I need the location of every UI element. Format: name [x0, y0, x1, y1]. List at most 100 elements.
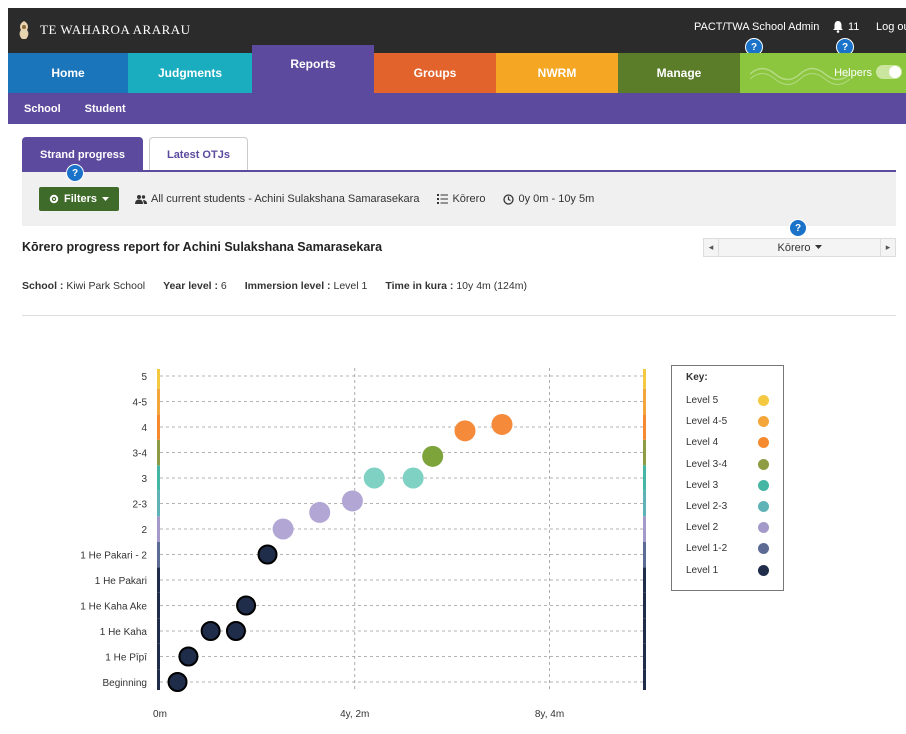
key-item: Level 3: [686, 475, 769, 496]
tab-manage[interactable]: Manage: [618, 53, 740, 93]
key-item-label: Level 4: [686, 437, 719, 449]
y-band-left: [157, 465, 160, 491]
y-band-right: [643, 516, 646, 542]
key-item: Level 2: [686, 517, 769, 538]
key-item: Level 4-5: [686, 411, 769, 432]
y-band-right: [643, 439, 646, 466]
y-tick-label: 2-3: [133, 500, 148, 511]
key-item: Level 5: [686, 390, 769, 411]
y-tick-label: 1 He Kaha Ake: [80, 602, 147, 613]
x-tick-label: 8y, 4m: [535, 709, 564, 720]
y-band-right: [643, 669, 646, 690]
logout-link[interactable]: Log out: [876, 21, 906, 33]
y-tick-label: 4: [141, 423, 147, 434]
key-item-swatch: [758, 437, 769, 449]
app-logo[interactable]: TE WAHAROA ARARAU: [16, 20, 191, 40]
filter-bar: Filters All current students - Achini Su…: [22, 172, 896, 226]
list-icon: [437, 194, 449, 204]
bell-icon: [833, 21, 843, 33]
tab-judgments[interactable]: Judgments: [128, 53, 252, 93]
y-tick-label: Beginning: [103, 678, 147, 689]
key-item-swatch: [758, 479, 769, 491]
school-admin-link[interactable]: PACT/TWA School Admin: [694, 21, 819, 33]
immersion-label: Immersion level :: [244, 280, 331, 292]
x-tick-label: 0m: [153, 709, 167, 720]
tab-home[interactable]: Home: [8, 53, 128, 93]
key-item-label: Level 4-5: [686, 416, 728, 428]
y-tick-label: 1 He Pakari - 2: [80, 551, 147, 562]
clock-icon: [503, 193, 515, 205]
strand-dropdown[interactable]: Kōrero: [718, 239, 881, 256]
key-item-swatch: [758, 543, 769, 555]
subnav-student[interactable]: Student: [85, 103, 126, 115]
data-point: [272, 518, 294, 540]
key-item-label: Level 2-3: [686, 501, 728, 513]
y-tick-label: 3: [141, 474, 147, 485]
y-tick-label: 1 He Pakari: [95, 576, 147, 587]
notification-count: 11: [848, 20, 860, 33]
filter-strand-text: Kōrero: [452, 193, 486, 205]
key-item-swatch: [758, 395, 769, 407]
helpers-panel: Helpers: [740, 53, 906, 93]
top-bar: TE WAHAROA ARARAU PACT/TWA School Admin …: [8, 8, 906, 53]
time-value: 10y 4m (124m): [456, 280, 527, 292]
data-point: [454, 420, 476, 442]
filter-strand: Kōrero: [437, 193, 485, 205]
filter-time: 0y 0m - 10y 5m: [503, 193, 594, 205]
y-band-left: [157, 618, 160, 644]
data-point: [178, 646, 199, 667]
y-band-right: [643, 618, 646, 644]
help-badge-selector[interactable]: ?: [789, 219, 807, 237]
immersion-value: Level 1: [333, 280, 368, 292]
y-band-left: [157, 592, 160, 619]
tab-latest-otjs[interactable]: Latest OTJs: [148, 137, 248, 171]
student-info: School : Kiwi Park School Year level : 6…: [22, 280, 527, 292]
y-band-right: [643, 388, 646, 415]
y-tick-label: 2: [141, 525, 147, 536]
filters-label: Filters: [64, 193, 98, 205]
key-item: Level 4: [686, 432, 769, 453]
y-tick-label: 3-4: [133, 449, 148, 460]
y-band-left: [157, 541, 160, 568]
data-point: [200, 621, 221, 641]
school-value: Kiwi Park School: [66, 280, 146, 292]
helpers-toggle[interactable]: [876, 65, 902, 79]
year-value: 6: [220, 280, 227, 292]
y-tick-label: 5: [141, 372, 147, 383]
time-label: Time in kura :: [385, 280, 454, 292]
y-band-right: [643, 592, 646, 619]
data-point: [309, 501, 331, 523]
key-item-label: Level 3: [686, 479, 719, 491]
tab-groups[interactable]: Groups: [374, 53, 496, 93]
filter-students: All current students - Achini Sulakshana…: [135, 193, 419, 205]
filters-button[interactable]: Filters: [39, 187, 120, 211]
data-point: [236, 595, 257, 616]
key-item-label: Level 1: [686, 564, 719, 576]
subnav-school[interactable]: School: [24, 103, 61, 115]
previous-strand-button[interactable]: ◂: [704, 242, 718, 253]
tab-nwrm[interactable]: NWRM: [496, 53, 618, 93]
y-band-left: [157, 490, 160, 517]
key-item-swatch: [758, 564, 769, 576]
y-band-left: [157, 567, 160, 593]
help-badge-tabs[interactable]: ?: [66, 164, 84, 182]
y-band-left: [157, 369, 160, 389]
tab-reports[interactable]: Reports: [252, 45, 374, 93]
y-band-right: [643, 414, 646, 440]
y-tick-label: 4-5: [133, 398, 148, 409]
notifications-button[interactable]: 11: [832, 20, 859, 33]
gear-icon: [49, 194, 59, 204]
y-tick-label: 1 He Kaha: [100, 627, 148, 638]
strand-dropdown-value: Kōrero: [777, 241, 811, 254]
key-item-swatch: [758, 416, 769, 428]
key-item: Level 1: [686, 560, 769, 581]
tab-strand-progress[interactable]: Strand progress: [22, 137, 143, 171]
x-tick-label: 4y, 2m: [340, 709, 369, 720]
next-strand-button[interactable]: ▸: [881, 242, 895, 253]
key-item-label: Level 1-2: [686, 543, 728, 555]
y-tick-label: 1 He Pīpī: [105, 653, 147, 664]
chevron-down-icon: [814, 245, 822, 249]
key-item-label: Level 2: [686, 522, 719, 534]
data-point: [402, 467, 424, 489]
key-item-label: Level 3-4: [686, 458, 728, 470]
